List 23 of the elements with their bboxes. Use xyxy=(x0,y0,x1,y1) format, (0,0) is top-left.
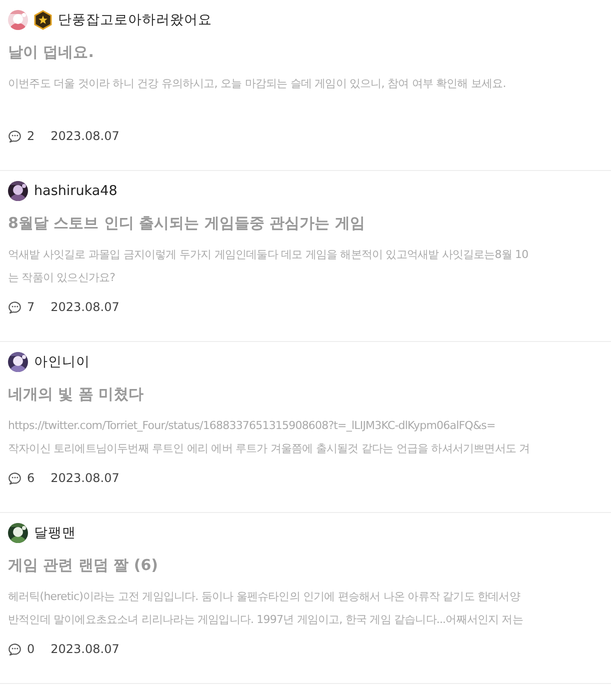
comment-icon xyxy=(8,471,22,485)
comment-count: 2 xyxy=(27,129,35,143)
comment-count: 0 xyxy=(27,642,35,656)
post-date: 2023.08.07 xyxy=(50,300,120,314)
excerpt-line: 헤러틱(heretic)이라는 고전 게임입니다. 둠이나 울펜슈타인의 인기에 편승해서 나온 아류작 같기도 한데서양 xyxy=(8,589,522,605)
author-name[interactable]: hashiruka48 xyxy=(34,183,118,199)
comment-icon xyxy=(8,642,22,656)
comment-icon xyxy=(8,300,22,314)
excerpt-line: https://twitter.com/Torriet_Four/status/1688337651315908608?t=_lLIJM3KC-dlKypm06alFQ&s= xyxy=(8,418,496,434)
excerpt-line: 작자이신 토리에트님이두번째 루트인 에리 에버 루트가 겨울쯤에 출시될것 같다는 언급을 하셔서기쁘면서도 겨 xyxy=(8,441,531,457)
comment-count: 6 xyxy=(27,471,35,485)
post-date: 2023.08.07 xyxy=(50,471,120,485)
excerpt-line: 는 작품이 있으신가요? xyxy=(8,270,116,286)
excerpt-line: 이번주도 더울 것이라 하니 건강 유의하시고, 오늘 마감되는 슬데 게임이 있으니, 참여 여부 확인해 보세요. xyxy=(8,76,507,92)
author-name[interactable]: 달팽맨 xyxy=(34,524,76,542)
excerpt-line: 반적인데 말이에요초요소녀 리리나라는 게임입니다. 1997년 게임이고, 한국 게임 같습니다...어째서인지 저는 xyxy=(8,612,524,628)
author-name[interactable]: 단풍잡고로아하러왔어요 xyxy=(58,11,212,29)
comment-count: 7 xyxy=(27,300,35,314)
post-date: 2023.08.07 xyxy=(50,642,120,656)
author-name[interactable]: 아인니이 xyxy=(34,353,90,371)
post-date: 2023.08.07 xyxy=(50,129,120,143)
comment-icon xyxy=(8,129,22,143)
excerpt-line: 억새밭 사잇길로 과몰입 금지이렇게 두가지 게임인데둘다 데모 게임을 해본적이 있고억새밭 사잇길로는8월 10 xyxy=(8,247,530,263)
